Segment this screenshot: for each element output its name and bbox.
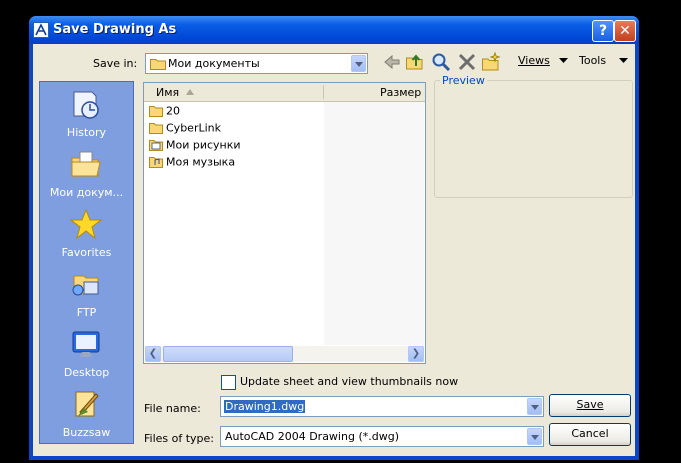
save-drawing-dialog: Save Drawing As ? ✕ Save in: Мои докумен… <box>29 16 639 460</box>
scroll-right-icon[interactable]: ❯ <box>408 346 424 362</box>
cancel-button[interactable]: Cancel <box>549 423 631 446</box>
chevron-down-icon[interactable] <box>559 58 568 64</box>
list-item[interactable]: Моя музыка <box>149 155 235 171</box>
place-desktop[interactable]: Desktop <box>40 326 133 384</box>
preview-frame <box>434 80 633 198</box>
ftp-icon <box>72 275 99 296</box>
sort-ascending-icon <box>186 89 194 95</box>
window-title: Save Drawing As <box>53 22 177 37</box>
back-icon[interactable] <box>382 52 402 72</box>
save-in-dropdown[interactable]: Мои документы <box>145 53 368 74</box>
file-type-value: AutoCAD 2004 Drawing (*.dwg) <box>225 430 399 443</box>
file-name: Моя музыка <box>166 155 236 169</box>
file-type-dropdown[interactable]: AutoCAD 2004 Drawing (*.dwg) <box>220 426 544 447</box>
autocad-app-icon <box>33 22 49 38</box>
place-label: Desktop <box>63 366 110 379</box>
update-thumbnails-checkbox[interactable] <box>221 375 236 390</box>
title-bar[interactable]: Save Drawing As ? ✕ <box>29 16 639 44</box>
place-label: Buzzsaw <box>62 426 111 439</box>
save-in-label: Save in: <box>93 57 138 70</box>
scroll-thumb[interactable] <box>163 346 293 362</box>
scroll-left-icon[interactable]: ❮ <box>145 346 161 362</box>
list-item[interactable]: 20 <box>149 104 180 120</box>
chevron-down-icon[interactable] <box>619 58 628 64</box>
chevron-down-icon[interactable] <box>351 55 366 72</box>
place-my-documents[interactable]: Мои докум... <box>40 146 133 204</box>
music-folder-icon <box>149 157 163 168</box>
file-name: 20 <box>166 104 180 118</box>
folder-icon <box>149 106 163 117</box>
horizontal-scrollbar[interactable]: ❮ ❯ <box>145 346 424 362</box>
update-thumbnails-label[interactable]: Update sheet and view thumbnails now <box>240 375 458 388</box>
file-list-header: Имя Размер <box>144 83 425 102</box>
history-icon <box>73 91 99 119</box>
list-item[interactable]: CyberLink <box>149 121 221 137</box>
place-ftp[interactable]: FTP <box>40 266 133 324</box>
file-type-label: Files of type: <box>144 432 215 445</box>
place-label: Мои докум... <box>49 186 124 199</box>
chevron-down-icon[interactable] <box>527 398 542 415</box>
desktop-icon <box>72 331 100 357</box>
save-in-value: Мои документы <box>168 57 260 70</box>
column-divider[interactable] <box>323 85 324 99</box>
place-label: History <box>66 126 107 139</box>
close-button[interactable]: ✕ <box>614 20 636 42</box>
help-button[interactable]: ? <box>592 20 614 42</box>
tools-menu[interactable]: Tools <box>579 54 606 67</box>
place-buzzsaw[interactable]: Buzzsaw <box>40 386 133 444</box>
file-name: Мои рисунки <box>166 138 241 152</box>
my-documents-icon <box>71 151 101 177</box>
place-label: Favorites <box>61 246 112 259</box>
size-column-shade <box>324 102 424 345</box>
preview-label: Preview <box>440 74 487 87</box>
buzzsaw-icon <box>75 391 99 417</box>
places-bar: History Мои докум... Favorites FTP Deskt… <box>39 81 134 444</box>
place-label: FTP <box>76 306 97 319</box>
folder-icon <box>149 123 163 134</box>
dialog-body: Save in: Мои документы Views Tools Histo… <box>33 44 635 456</box>
pictures-folder-icon <box>149 140 163 151</box>
file-name-value: Drawing1.dwg <box>224 400 306 413</box>
file-name-label: File name: <box>144 402 201 415</box>
column-size[interactable]: Размер <box>380 86 421 99</box>
chevron-down-icon[interactable] <box>527 428 542 445</box>
place-history[interactable]: History <box>40 86 133 144</box>
place-favorites[interactable]: Favorites <box>40 206 133 264</box>
search-web-icon[interactable] <box>431 52 451 72</box>
file-list[interactable]: Имя Размер 20 CyberLink Мои рисунки Моя … <box>143 82 426 364</box>
column-name[interactable]: Имя <box>156 86 179 99</box>
save-button[interactable]: Save <box>549 394 631 417</box>
folder-icon <box>150 59 166 70</box>
save-button-label: Save <box>576 398 604 411</box>
file-name-input[interactable]: Drawing1.dwg <box>220 396 544 417</box>
list-item[interactable]: Мои рисунки <box>149 138 241 154</box>
delete-icon[interactable] <box>457 52 477 72</box>
up-folder-icon[interactable] <box>405 52 425 72</box>
file-name: CyberLink <box>166 121 221 135</box>
views-menu[interactable]: Views <box>518 54 550 67</box>
new-folder-icon[interactable] <box>481 52 501 72</box>
favorites-star-icon <box>70 208 102 240</box>
